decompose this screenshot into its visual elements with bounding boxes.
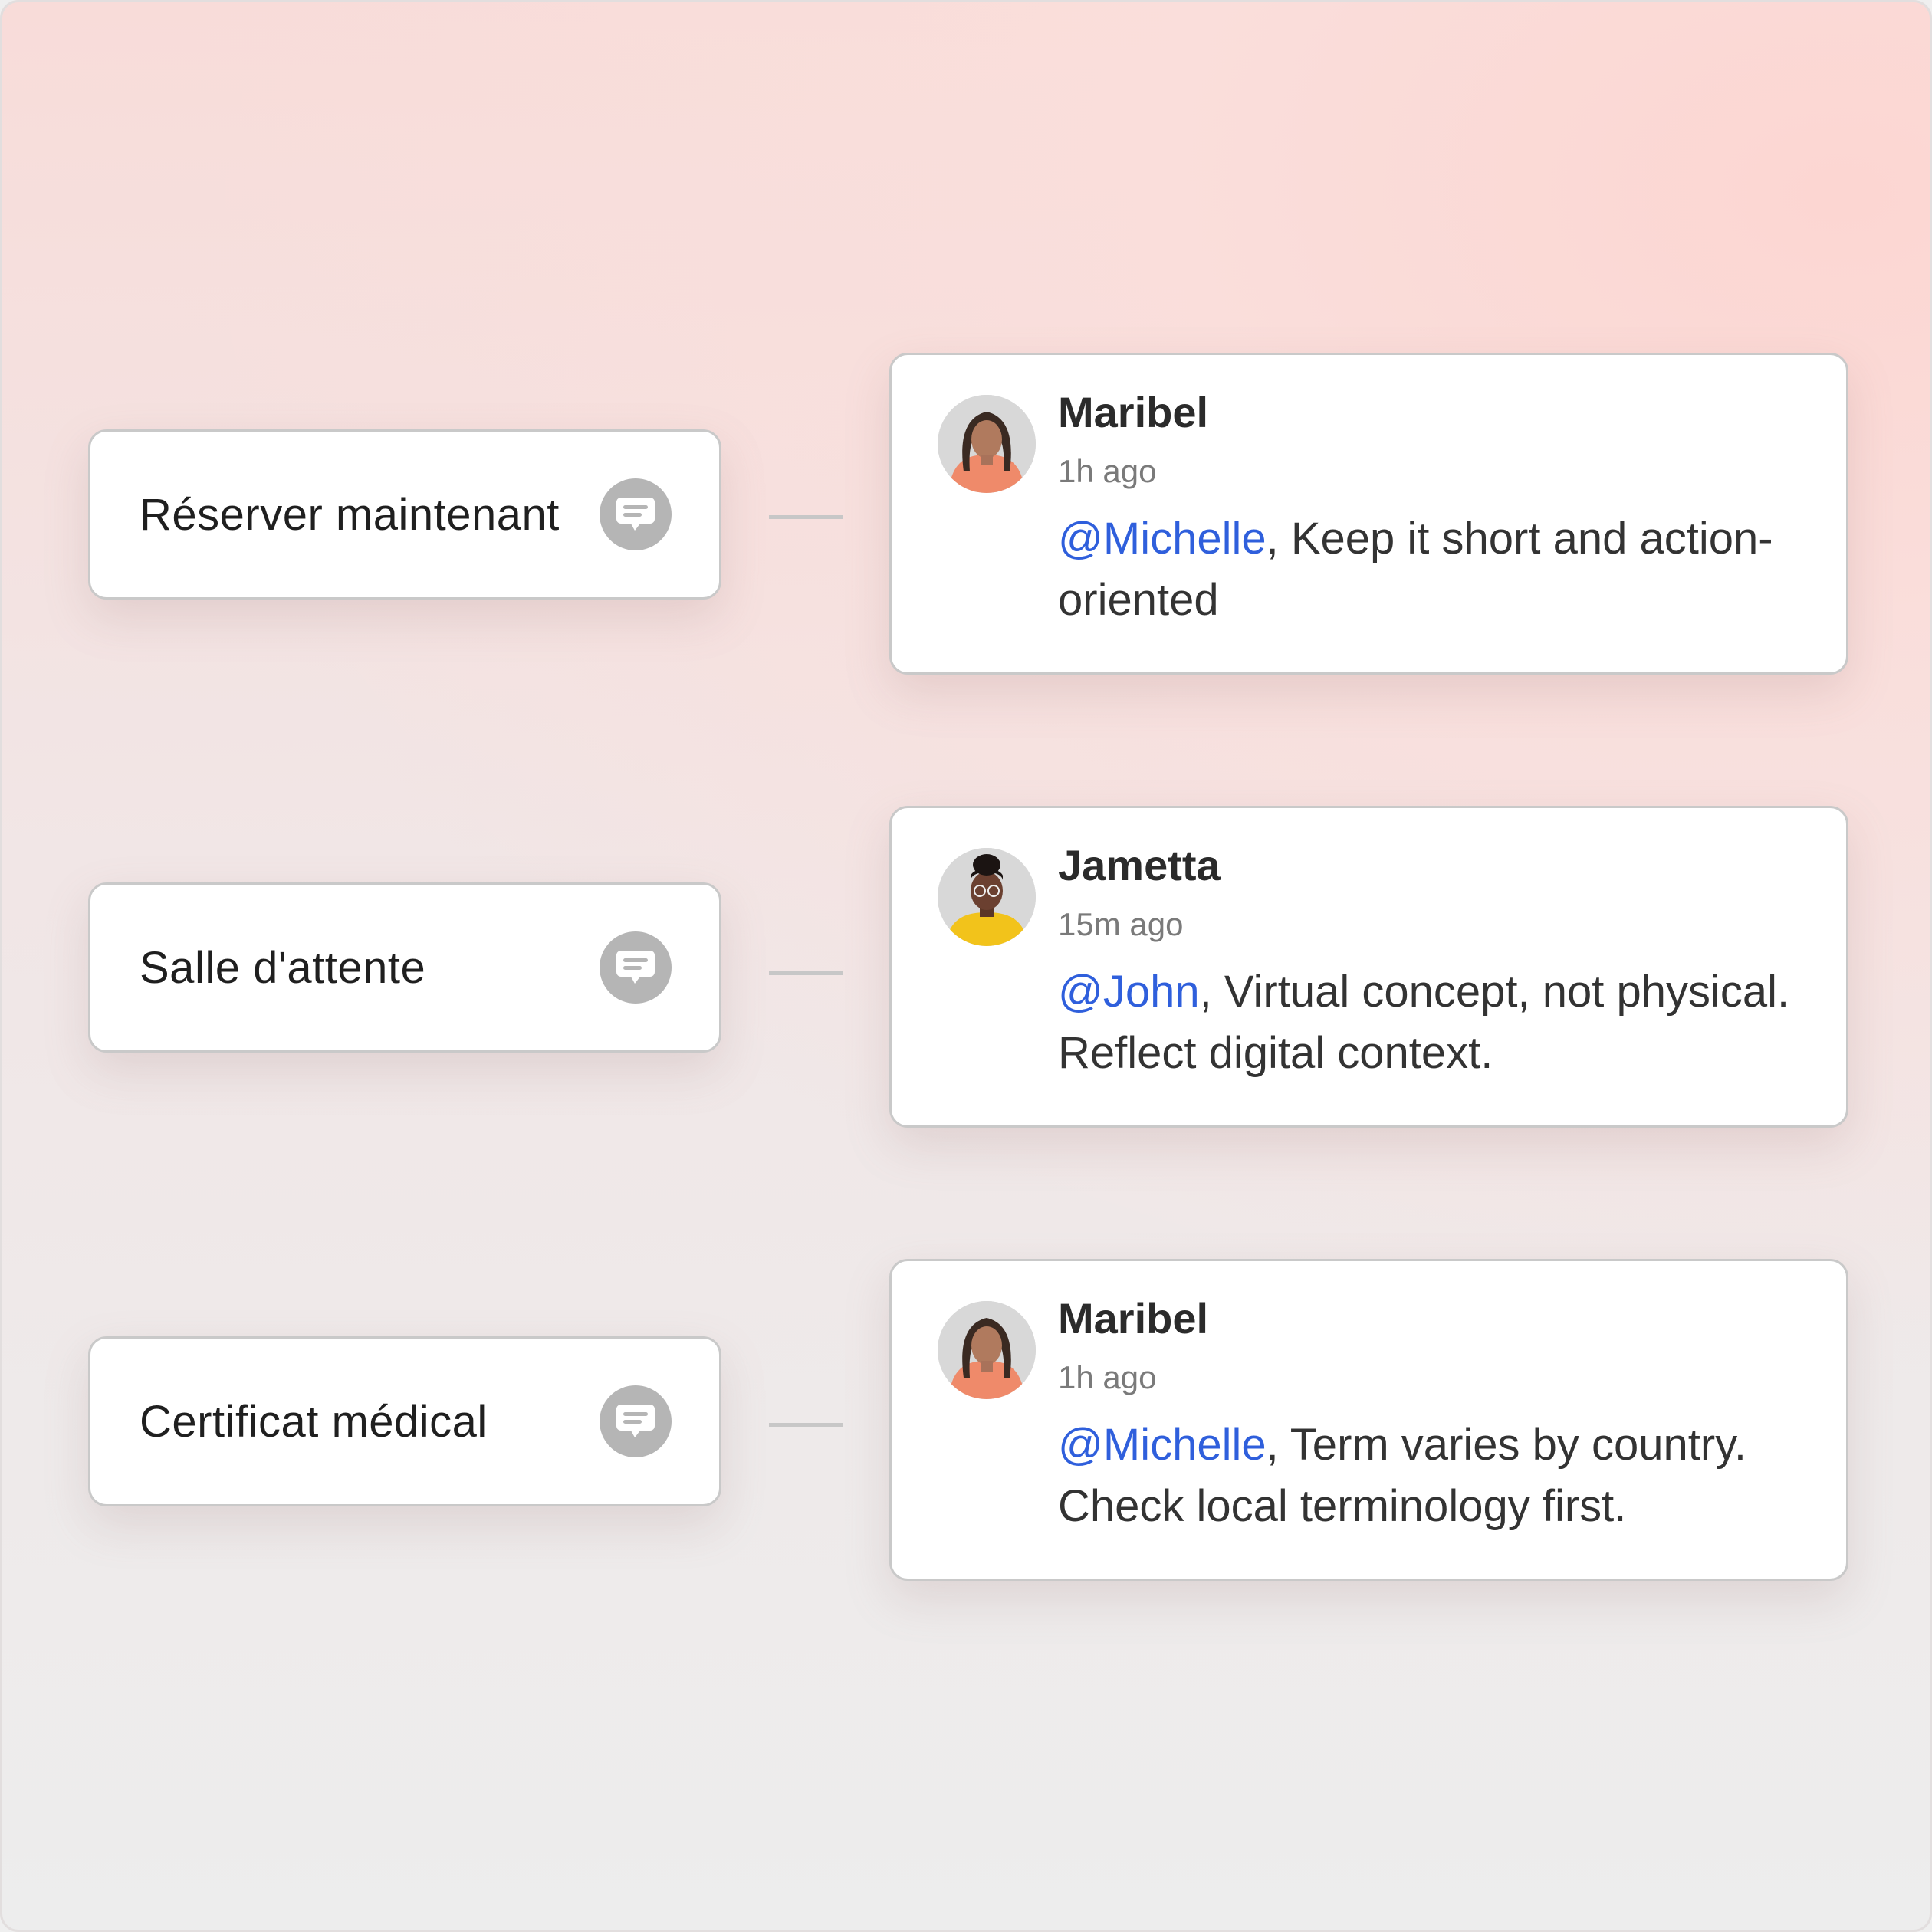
mention-link[interactable]: @Michelle [1058, 514, 1267, 564]
comment-timestamp: 1h ago [1058, 453, 1157, 489]
comment-author: Maribel [1058, 1294, 1209, 1342]
comment-card: Maribel 1h ago @Michelle, Keep it short … [889, 353, 1848, 675]
mention-link[interactable]: @John [1058, 967, 1200, 1017]
comment-button[interactable] [600, 478, 672, 550]
speech-bubble-icon [616, 1405, 655, 1438]
connector-line [769, 1423, 843, 1427]
term-label: Salle d'attente [140, 942, 426, 993]
mention-link[interactable]: @Michelle [1058, 1420, 1267, 1470]
comment-button[interactable] [600, 932, 672, 1004]
comment-author: Maribel [1058, 388, 1209, 436]
connector-line [769, 515, 843, 519]
speech-bubble-icon [616, 951, 655, 984]
comment-button[interactable] [600, 1385, 672, 1457]
comment-timestamp: 1h ago [1058, 1359, 1157, 1395]
comment-message: @Michelle, Keep it short and action-orie… [1058, 508, 1825, 631]
connector-line [769, 971, 843, 975]
term-label: Réserver maintenant [140, 489, 560, 540]
background-canvas: Réserver maintenant Maribel 1h ago @Mich… [0, 0, 1932, 1932]
term-label: Certificat médical [140, 1396, 488, 1447]
term-card-salle[interactable]: Salle d'attente [88, 882, 721, 1053]
comment-message: @Michelle, Term varies by country. Check… [1058, 1414, 1825, 1537]
avatar [938, 1301, 1036, 1399]
comment-timestamp: 15m ago [1058, 906, 1184, 942]
speech-bubble-icon [616, 498, 655, 531]
avatar [938, 848, 1036, 946]
comment-card: Jametta 15m ago @John, Virtual concept, … [889, 806, 1848, 1128]
term-card-certificat[interactable]: Certificat médical [88, 1336, 721, 1506]
term-card-reserver[interactable]: Réserver maintenant [88, 429, 721, 600]
comment-message: @John, Virtual concept, not physical. Re… [1058, 961, 1825, 1084]
comment-card: Maribel 1h ago @Michelle, Term varies by… [889, 1259, 1848, 1581]
avatar [938, 395, 1036, 493]
comment-author: Jametta [1058, 841, 1221, 889]
